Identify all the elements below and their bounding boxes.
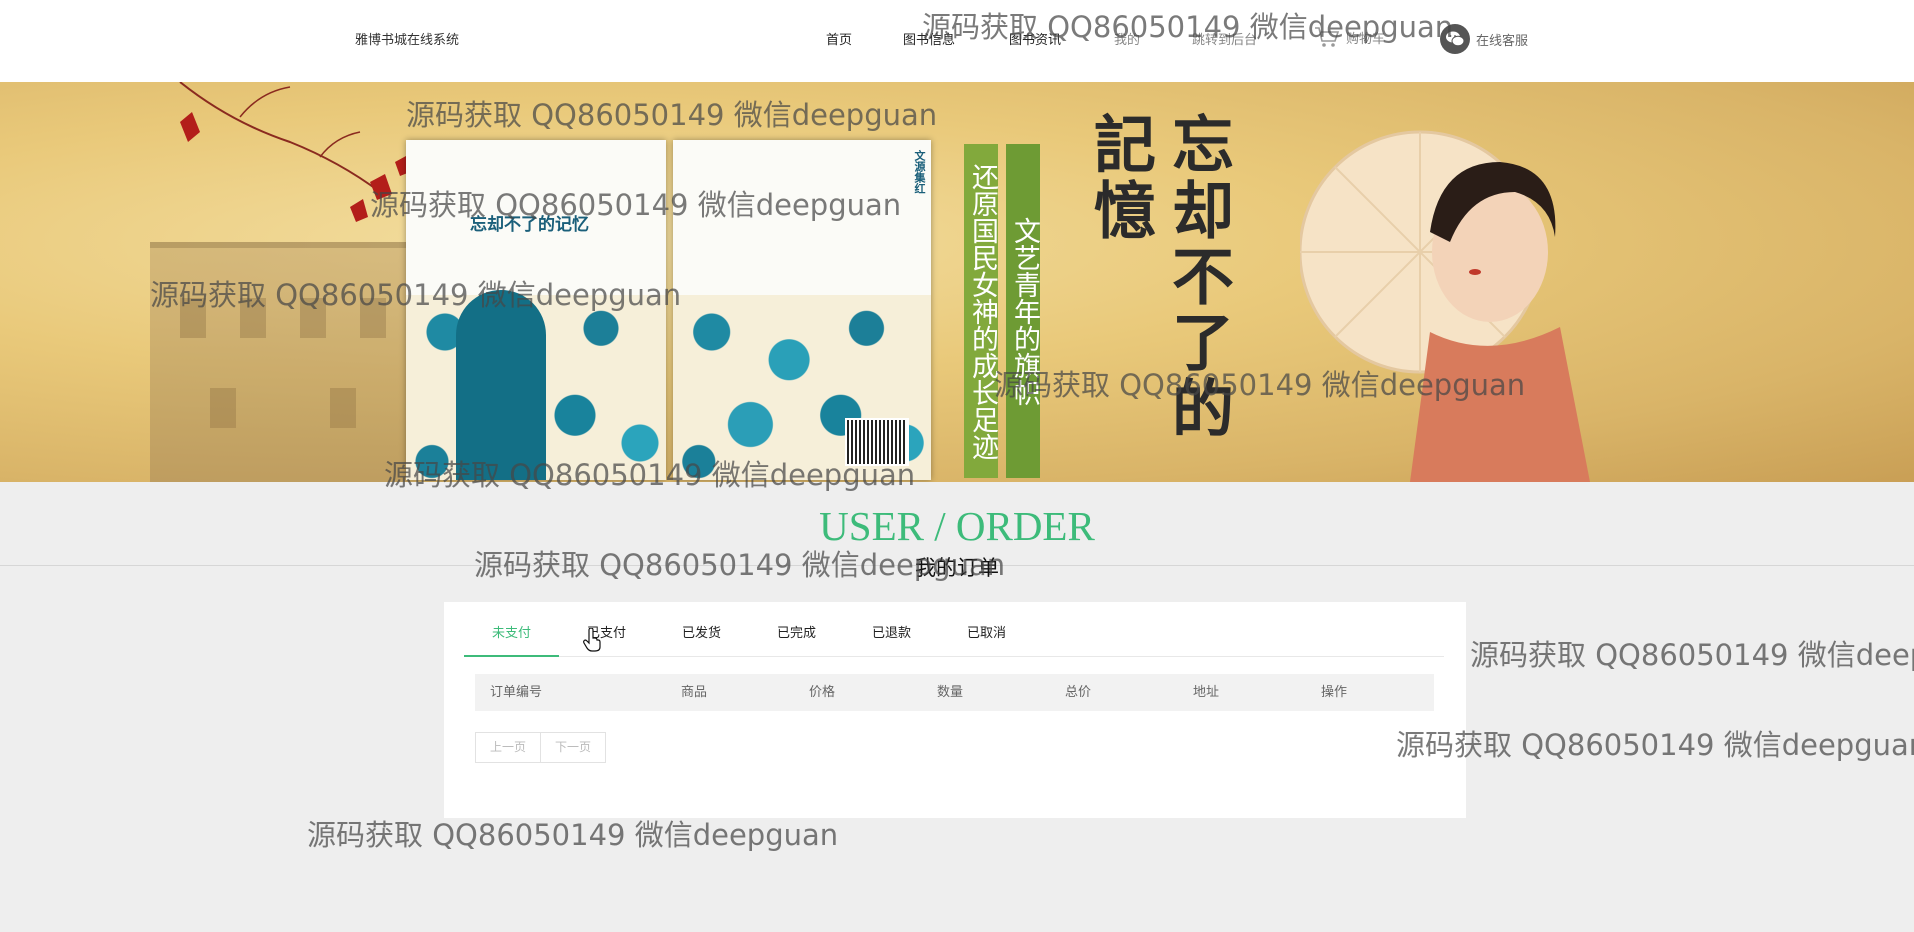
nav-book-info[interactable]: 图书信息 bbox=[903, 29, 955, 48]
nav-home[interactable]: 首页 bbox=[826, 29, 852, 48]
site-brand[interactable]: 雅博书城在线系统 bbox=[355, 29, 459, 48]
col-price: 价格 bbox=[809, 685, 836, 700]
online-service-link[interactable]: 在线客服 bbox=[1440, 24, 1528, 54]
back-cover-title: 忘却不了的记忆 bbox=[470, 215, 589, 235]
watermark: 源码获取 QQ86050149 微信deepguan bbox=[307, 818, 839, 852]
top-header: 雅博书城在线系统 首页 图书信息 图书资讯 我的 跳转到后台 购物车 在线客服 bbox=[0, 0, 1914, 82]
cart-label: 购物车 bbox=[1346, 31, 1386, 47]
hero-banner: 忘却不了的记忆 文源集红 文艺青年的旗帜 还原国民女神的成长足迹 忘却不了的記憶 bbox=[0, 82, 1914, 482]
col-order-no: 订单编号 bbox=[490, 685, 543, 700]
tab-paid[interactable]: 已支付 bbox=[559, 612, 654, 655]
col-quantity: 数量 bbox=[937, 685, 964, 700]
banner-calligraphy-title: 忘却不了的記憶 bbox=[1083, 112, 1234, 442]
watermark: 源码获取 QQ86050149 微信deepguan bbox=[1470, 638, 1914, 672]
order-table-header: 订单编号 商品 价格 数量 总价 地址 操作 bbox=[475, 674, 1434, 711]
tab-shipped[interactable]: 已发货 bbox=[654, 612, 749, 655]
col-actions: 操作 bbox=[1321, 685, 1348, 700]
lady-with-parasol-illustration bbox=[1300, 130, 1590, 482]
nav-mine[interactable]: 我的 bbox=[1114, 29, 1140, 48]
service-label: 在线客服 bbox=[1476, 33, 1529, 49]
nav-book-news[interactable]: 图书资讯 bbox=[1009, 29, 1061, 48]
tab-unpaid[interactable]: 未支付 bbox=[464, 612, 559, 657]
cart-icon bbox=[1315, 27, 1340, 47]
book-front-cover: 文源集红 bbox=[673, 140, 931, 480]
order-status-tabs: 未支付 已支付 已发货 已完成 已退款 已取消 bbox=[464, 612, 1444, 657]
wechat-icon bbox=[1440, 24, 1470, 54]
background-building bbox=[150, 242, 410, 482]
cart-link[interactable]: 购物车 bbox=[1314, 26, 1385, 48]
col-address: 地址 bbox=[1193, 685, 1220, 700]
silhouette-figure bbox=[456, 290, 546, 480]
col-total: 总价 bbox=[1065, 685, 1092, 700]
section-subheading: 我的订单 bbox=[915, 556, 999, 580]
tab-cancelled[interactable]: 已取消 bbox=[939, 612, 1034, 655]
hand-cursor-icon bbox=[583, 628, 601, 652]
col-product: 商品 bbox=[681, 685, 708, 700]
prev-page-button[interactable]: 上一页 bbox=[475, 732, 542, 763]
nav-admin[interactable]: 跳转到后台 bbox=[1192, 29, 1257, 48]
green-banner-strip-1: 文艺青年的旗帜 bbox=[1006, 144, 1040, 478]
watermark: 源码获取 QQ86050149 微信deepguan bbox=[1396, 728, 1914, 762]
barcode bbox=[845, 418, 909, 466]
next-page-button[interactable]: 下一页 bbox=[541, 732, 607, 763]
green-banner-strip-2: 还原国民女神的成长足迹 bbox=[964, 144, 998, 478]
book-back-cover: 忘却不了的记忆 bbox=[406, 140, 666, 480]
order-panel: 未支付 已支付 已发货 已完成 已退款 已取消 订单编号 商品 价格 数量 总价… bbox=[444, 602, 1466, 818]
cover-spine-text: 文源集红 bbox=[913, 150, 926, 194]
tab-completed[interactable]: 已完成 bbox=[749, 612, 844, 655]
pagination: 上一页 下一页 bbox=[475, 732, 607, 763]
tab-refunded[interactable]: 已退款 bbox=[844, 612, 939, 655]
plum-branch-decoration bbox=[179, 82, 410, 222]
section-heading: USER / ORDER bbox=[819, 503, 1095, 549]
